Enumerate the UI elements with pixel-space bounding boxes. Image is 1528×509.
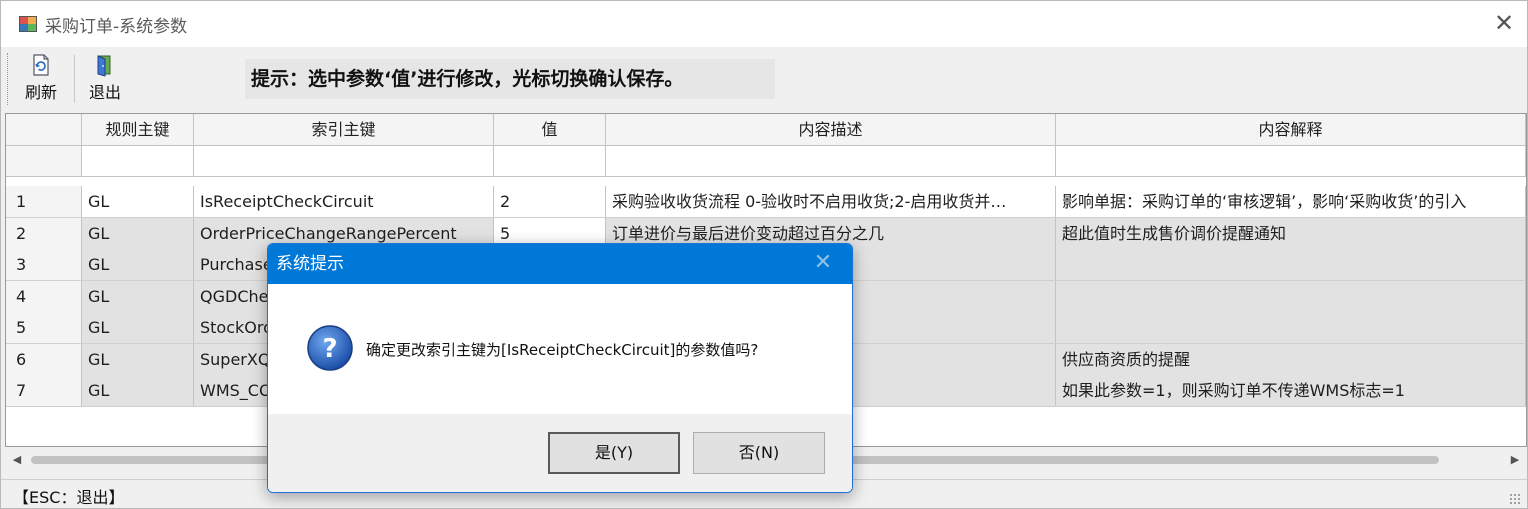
exit-door-icon [97, 55, 111, 77]
cell-explanation [1056, 280, 1526, 312]
cell-explanation [1056, 249, 1526, 280]
dialog-close-icon[interactable]: ✕ [812, 252, 834, 274]
filter-input-index-key[interactable] [194, 146, 494, 176]
row-number: 4 [6, 280, 82, 312]
toolbar: 刷新 退出 提示：选中参数‘值’进行修改，光标切换确认保存。 [1, 47, 1527, 113]
scroll-left-icon[interactable]: ◀ [9, 452, 25, 468]
status-text: 【ESC：退出】 [13, 488, 125, 507]
cell-value[interactable]: 2 [494, 186, 606, 217]
column-header-explanation[interactable]: 内容解释 [1056, 114, 1526, 145]
cell-explanation: 超此值时生成售价调价提醒通知 [1056, 217, 1526, 249]
cell-explanation: 影响单据：采购订单的‘审核逻辑’，影响‘采购收货’的引入 [1056, 186, 1526, 217]
row-header-corner [6, 114, 82, 145]
filter-input-value[interactable] [494, 146, 606, 176]
confirm-dialog: 系统提示 ✕ ? 确定更改索引主键为[IsReceiptCheckCircuit… [267, 243, 853, 493]
dialog-body: ? 确定更改索引主键为[IsReceiptCheckCircuit]的参数值吗? [268, 284, 852, 414]
dialog-title: 系统提示 [268, 244, 852, 284]
cell-explanation [1056, 312, 1526, 343]
cell-explanation: 如果此参数=1，则采购订单不传递WMS标志=1 [1056, 375, 1526, 406]
cell-rule-key: GL [82, 280, 194, 312]
row-number: 7 [6, 375, 82, 406]
main-window: 采购订单-系统参数 ✕ 刷新 退出 提示：选中参数‘值’进行修改，光标切换确认保… [0, 0, 1528, 509]
no-button[interactable]: 否(N) [693, 432, 825, 474]
filter-input-explanation[interactable] [1056, 146, 1526, 176]
scroll-right-icon[interactable]: ▶ [1507, 452, 1523, 468]
filter-input-rule-key[interactable] [82, 146, 194, 176]
cell-rule-key: GL [82, 249, 194, 280]
close-icon[interactable]: ✕ [1491, 10, 1517, 36]
app-icon [19, 16, 37, 32]
cell-description: 采购验收收货流程 0-验收时不启用收货;2-启用收货并… [606, 186, 1056, 217]
filter-row [6, 146, 1526, 177]
cell-index-key: IsReceiptCheckCircuit [194, 186, 494, 217]
cell-rule-key: GL [82, 217, 194, 249]
toolbar-separator [74, 55, 75, 103]
refresh-button[interactable]: 刷新 [15, 51, 67, 105]
cell-rule-key: GL [82, 312, 194, 343]
column-header-description[interactable]: 内容描述 [606, 114, 1056, 145]
cell-rule-key: GL [82, 343, 194, 375]
exit-label: 退出 [88, 83, 121, 102]
row-number: 2 [6, 217, 82, 249]
filter-row-header [6, 146, 82, 176]
row-number: 6 [6, 343, 82, 375]
svg-text:?: ? [322, 334, 337, 364]
table-row[interactable]: 1 GL IsReceiptCheckCircuit 2 采购验收收货流程 0-验收时不… [6, 186, 1526, 218]
cell-explanation: 供应商资质的提醒 [1056, 343, 1526, 375]
size-grip-icon[interactable] [1509, 493, 1521, 505]
grid-header: 规则主键 索引主键 值 内容描述 内容解释 [6, 114, 1526, 146]
refresh-icon [33, 54, 49, 76]
column-header-value[interactable]: 值 [494, 114, 606, 145]
hint-text: 提示：选中参数‘值’进行修改，光标切换确认保存。 [245, 59, 775, 99]
column-header-rule-key[interactable]: 规则主键 [82, 114, 194, 145]
row-number: 3 [6, 249, 82, 280]
dialog-message: 确定更改索引主键为[IsReceiptCheckCircuit]的参数值吗? [366, 341, 759, 359]
window-title: 采购订单-系统参数 [45, 17, 188, 37]
toolbar-grip [7, 53, 10, 105]
dialog-footer: 是(Y) 否(N) [268, 414, 852, 492]
cell-rule-key: GL [82, 186, 194, 217]
row-number: 1 [6, 186, 82, 217]
filter-input-description[interactable] [606, 146, 1056, 176]
exit-button[interactable]: 退出 [79, 51, 131, 105]
refresh-label: 刷新 [24, 83, 57, 102]
yes-button[interactable]: 是(Y) [548, 432, 680, 474]
column-header-index-key[interactable]: 索引主键 [194, 114, 494, 145]
question-icon: ? [307, 325, 353, 371]
row-number: 5 [6, 312, 82, 343]
title-bar: 采购订单-系统参数 ✕ [1, 1, 1527, 47]
cell-rule-key: GL [82, 375, 194, 406]
